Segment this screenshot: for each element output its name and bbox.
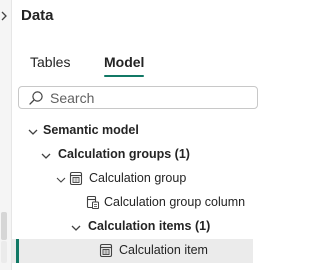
expand-pane-icon[interactable] bbox=[0, 10, 10, 22]
chevron-down-icon[interactable] bbox=[55, 173, 67, 185]
column-icon bbox=[86, 195, 100, 210]
tree-item-label: Calculation group bbox=[89, 171, 187, 185]
tree-item-label: Calculation items (1) bbox=[88, 219, 211, 233]
chevron-down-icon[interactable] bbox=[40, 149, 52, 161]
pane-scroll-thumb[interactable] bbox=[1, 212, 7, 240]
tree-item-label: Calculation group column bbox=[104, 195, 246, 209]
calculation-item-icon bbox=[99, 243, 113, 258]
search-icon bbox=[28, 90, 44, 106]
tab-model[interactable]: Model bbox=[104, 54, 144, 70]
chevron-down-icon[interactable] bbox=[70, 221, 82, 233]
tree-item-calculation-group[interactable]: Calculation group bbox=[12, 167, 253, 191]
tree-item-semantic-model[interactable]: Semantic model bbox=[12, 119, 253, 143]
chevron-down-icon[interactable] bbox=[27, 125, 39, 137]
tab-tables[interactable]: Tables bbox=[30, 54, 70, 70]
tree-item-label: Calculation groups (1) bbox=[58, 147, 190, 161]
left-collapsed-pane bbox=[0, 0, 12, 270]
active-tab-indicator bbox=[104, 75, 144, 77]
search-input[interactable] bbox=[50, 88, 250, 107]
tree-item-label: Calculation item bbox=[119, 243, 208, 257]
tree-item-calculation-group-column[interactable]: Calculation group column bbox=[12, 191, 253, 215]
selection-indicator bbox=[16, 239, 19, 263]
calculation-group-table-icon bbox=[69, 171, 83, 186]
pane-scroll-track bbox=[1, 241, 7, 263]
panel-title: Data bbox=[21, 7, 54, 24]
search-box[interactable] bbox=[18, 86, 258, 109]
tree-item-calculation-item[interactable]: Calculation item bbox=[12, 239, 253, 263]
tree-item-calculation-groups[interactable]: Calculation groups (1) bbox=[12, 143, 253, 167]
tree-item-calculation-items[interactable]: Calculation items (1) bbox=[12, 215, 253, 239]
tree-item-label: Semantic model bbox=[43, 123, 139, 137]
